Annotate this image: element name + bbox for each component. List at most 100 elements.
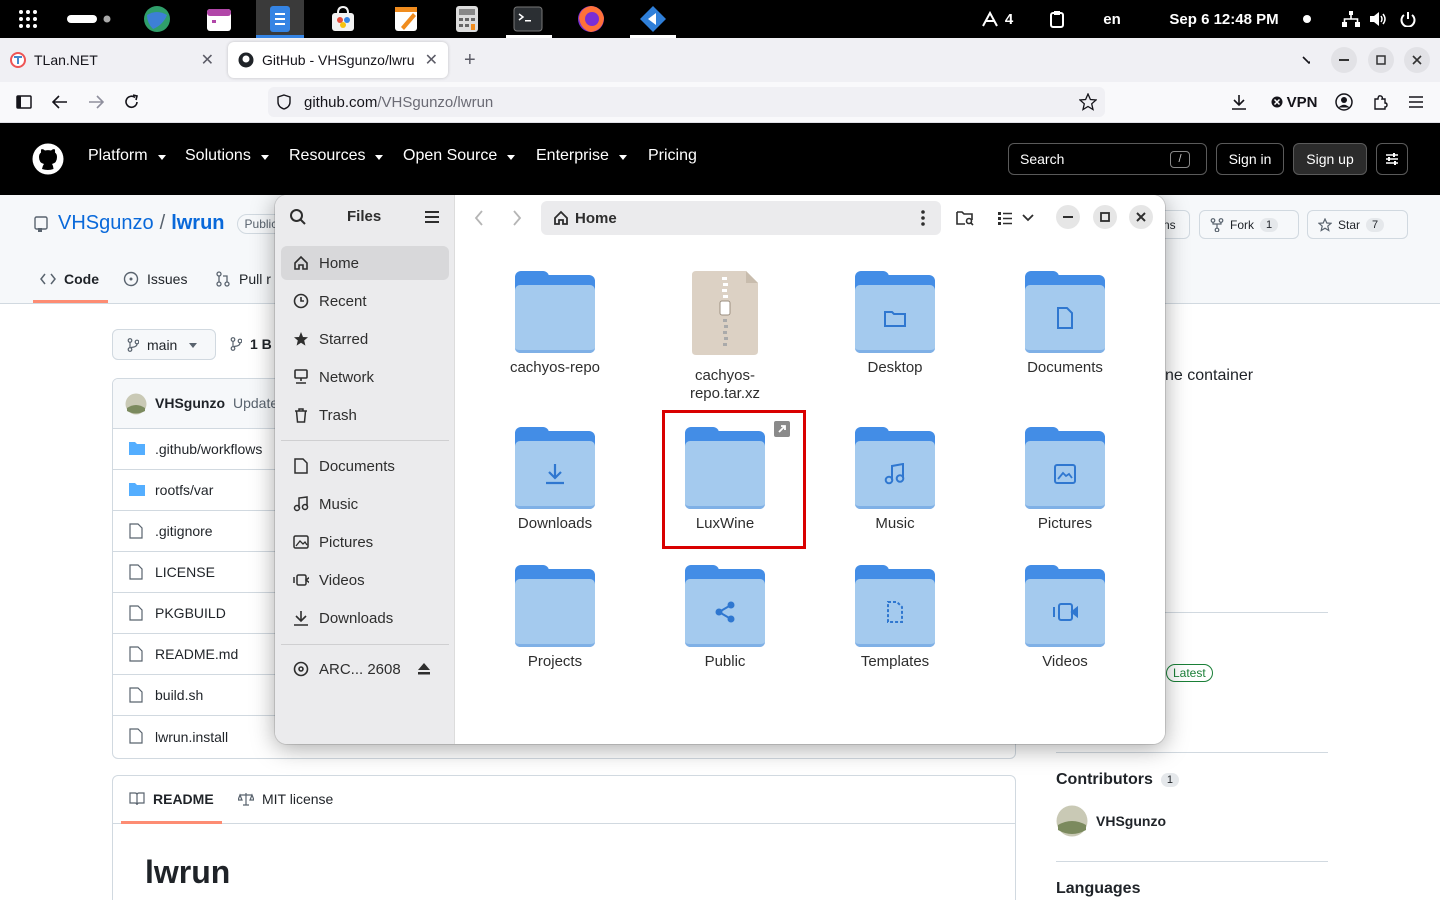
file-item-projects[interactable]: Projects — [480, 565, 630, 705]
language-label: en — [1103, 10, 1121, 28]
sidebar-item-downloads[interactable]: Downloads — [281, 601, 449, 635]
gnome-top-bar: 4 en Sep 6 12:48 PM — [0, 0, 1440, 38]
more-options-icon[interactable] — [921, 210, 925, 226]
search-folder-icon[interactable] — [949, 202, 981, 234]
sidebar-toggle-icon[interactable] — [8, 84, 40, 120]
eject-icon[interactable] — [417, 662, 431, 676]
tab-pull-requests[interactable]: Pull r — [215, 271, 271, 287]
file-item-documents[interactable]: Documents — [990, 271, 1140, 411]
minimize-browser-button[interactable] — [1331, 47, 1357, 73]
extensions-icon[interactable] — [1364, 84, 1396, 120]
sidebar-item-videos[interactable]: Videos — [281, 563, 449, 597]
calendar-app-icon[interactable] — [204, 4, 234, 34]
globe-app-icon[interactable] — [142, 4, 172, 34]
file-item-pictures[interactable]: Pictures — [990, 427, 1140, 567]
maximize-browser-button[interactable] — [1368, 47, 1394, 73]
repo-name-link[interactable]: lwrun — [171, 212, 224, 235]
text-editor-app-icon[interactable] — [391, 4, 421, 34]
sidebar-item-documents[interactable]: Documents — [281, 449, 449, 483]
hamburger-menu-icon[interactable] — [424, 210, 440, 224]
network-wired-icon[interactable] — [1340, 0, 1362, 38]
browser-tab[interactable]: TLan.NET ✕ — [0, 42, 224, 78]
browser-tab-active[interactable]: GitHub - VHSgunzo/lwru ✕ — [228, 42, 448, 78]
account-icon[interactable] — [1328, 84, 1360, 120]
sign-in-button[interactable]: Sign in — [1216, 143, 1284, 175]
volume-icon[interactable] — [1367, 0, 1389, 38]
nav-enterprise[interactable]: Enterprise — [536, 147, 627, 165]
tab-list-chevron-icon[interactable] — [1292, 42, 1320, 78]
reload-icon[interactable] — [116, 84, 148, 120]
tab-issues[interactable]: Issues — [123, 271, 187, 287]
branches-link[interactable]: 1 B — [230, 336, 272, 352]
commit-message[interactable]: Update — [233, 395, 278, 411]
search-icon[interactable] — [289, 208, 307, 226]
file-item-templates[interactable]: Templates — [820, 565, 970, 705]
vpn-button[interactable]: VPN — [1266, 84, 1322, 120]
file-item-public[interactable]: Public — [650, 565, 800, 705]
back-icon[interactable] — [463, 202, 495, 234]
calculator-app-icon[interactable] — [452, 4, 482, 34]
back-icon[interactable] — [44, 84, 76, 120]
firefox-app-icon[interactable] — [576, 4, 606, 34]
sidebar-item-starred[interactable]: Starred — [281, 322, 449, 356]
new-tab-button[interactable]: + — [454, 42, 486, 78]
file-item-music[interactable]: Music — [820, 427, 970, 567]
tab-code[interactable]: Code — [40, 271, 99, 287]
close-button[interactable] — [1129, 205, 1153, 229]
settings-sliders-icon[interactable] — [1376, 143, 1408, 175]
nav-solutions[interactable]: Solutions — [185, 147, 269, 165]
menu-icon[interactable] — [1400, 84, 1432, 120]
sidebar-item-device[interactable]: ARC... 2608 — [281, 652, 449, 686]
app-grid-icon[interactable] — [12, 0, 44, 38]
url-bar[interactable]: github.com/VHSgunzo/lwrun — [268, 87, 1105, 117]
workspace-indicator[interactable] — [66, 0, 114, 38]
contributor-link[interactable]: VHSgunzo — [1096, 813, 1166, 829]
clock[interactable]: Sep 6 12:48 PM — [1160, 0, 1288, 38]
clipboard-icon[interactable] — [1046, 0, 1068, 38]
power-icon[interactable] — [1397, 0, 1419, 38]
forward-icon[interactable] — [80, 84, 112, 120]
file-item-desktop[interactable]: Desktop — [820, 271, 970, 411]
sidebar-item-home[interactable]: Home — [281, 246, 449, 280]
license-tab[interactable]: MIT license — [238, 791, 333, 807]
nav-open-source[interactable]: Open Source — [403, 147, 516, 165]
nav-resources[interactable]: Resources — [289, 147, 384, 165]
github-search-input[interactable]: Search / — [1008, 143, 1207, 175]
fork-button[interactable]: Fork 1 — [1199, 210, 1299, 239]
software-app-icon[interactable] — [328, 4, 358, 34]
sidebar-item-trash[interactable]: Trash — [281, 398, 449, 432]
notification-indicator[interactable]: 4 — [975, 0, 1019, 38]
sidebar-item-pictures[interactable]: Pictures — [281, 525, 449, 559]
view-options-chevron-icon[interactable] — [1017, 202, 1039, 234]
contributors-heading[interactable]: Contributors 1 — [1056, 771, 1179, 789]
avatar[interactable] — [1056, 805, 1088, 837]
nav-platform[interactable]: Platform — [88, 147, 166, 165]
location-bar[interactable]: Home — [541, 201, 941, 235]
tab-close-icon[interactable]: ✕ — [201, 50, 214, 70]
commit-author[interactable]: VHSgunzo — [155, 395, 225, 411]
file-item-downloads[interactable]: Downloads — [480, 427, 630, 567]
branch-selector[interactable]: main — [112, 329, 216, 360]
maximize-button[interactable] — [1093, 205, 1117, 229]
bookmark-star-icon[interactable] — [1079, 93, 1097, 111]
file-item-cachyos-repo[interactable]: cachyos-repo — [480, 271, 630, 411]
downloads-icon[interactable] — [1223, 84, 1255, 120]
nav-pricing[interactable]: Pricing — [648, 147, 697, 165]
sidebar-item-network[interactable]: Network — [281, 360, 449, 394]
sidebar-item-recent[interactable]: Recent — [281, 284, 449, 318]
star-button[interactable]: Star 7 — [1307, 210, 1408, 239]
github-logo-icon[interactable] — [32, 143, 64, 180]
close-browser-button[interactable] — [1404, 47, 1430, 73]
minimize-button[interactable] — [1056, 205, 1080, 229]
sidebar-item-music[interactable]: Music — [281, 487, 449, 521]
file-item-videos[interactable]: Videos — [990, 565, 1140, 705]
repo-owner-link[interactable]: VHSgunzo — [58, 212, 154, 235]
forward-icon[interactable] — [501, 202, 533, 234]
readme-tab[interactable]: README — [129, 791, 214, 807]
keyboard-language[interactable]: en — [1098, 0, 1126, 38]
branch-icon — [230, 337, 242, 351]
files-app-icon[interactable] — [265, 4, 295, 34]
sign-up-button[interactable]: Sign up — [1293, 143, 1367, 175]
file-item-cachyos-repo-tar-xz[interactable]: cachyos-repo.tar.xz — [650, 271, 800, 411]
tab-close-icon[interactable]: ✕ — [425, 50, 438, 70]
